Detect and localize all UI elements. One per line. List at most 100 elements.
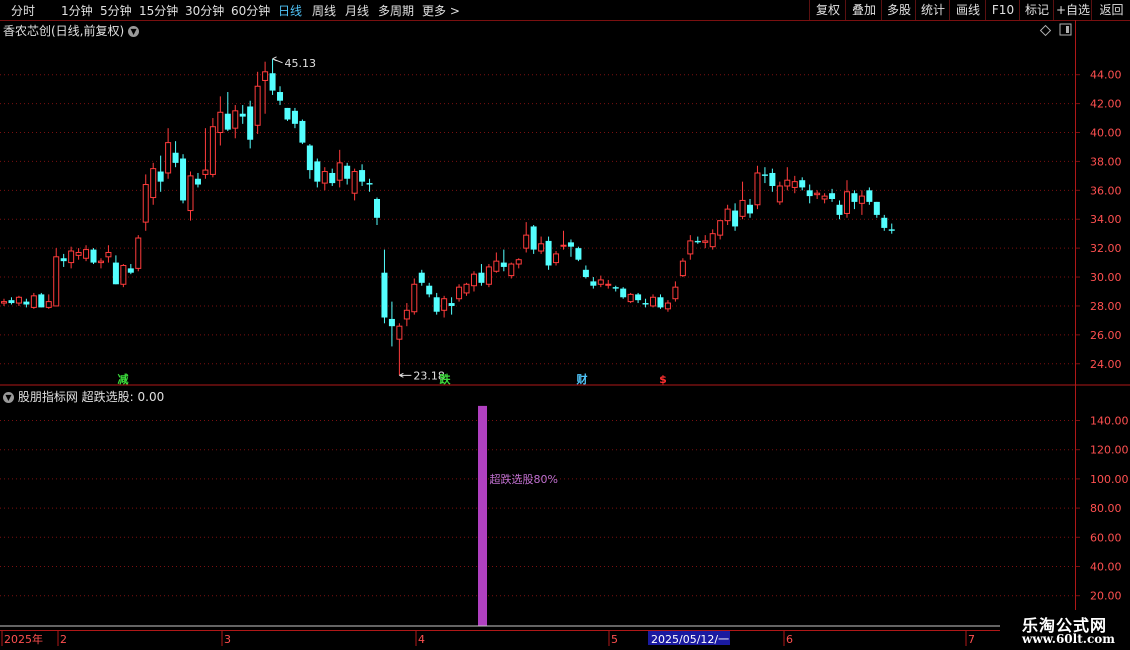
- candle-body: [299, 120, 306, 143]
- candle: [843, 180, 850, 218]
- candle-body: [545, 240, 552, 266]
- candle: [650, 294, 657, 308]
- multi-stock-button[interactable]: 多股: [881, 0, 916, 20]
- candle-body: [799, 180, 806, 188]
- candle: [75, 248, 82, 260]
- candle: [635, 292, 642, 304]
- period-tab-1min[interactable]: 1分钟: [61, 2, 93, 19]
- indicator-tick-label: 80.00: [1090, 502, 1122, 515]
- fuquan-button[interactable]: 复权: [809, 0, 846, 20]
- candle: [873, 201, 880, 218]
- candle: [448, 297, 455, 315]
- overlay-button[interactable]: 叠加: [845, 0, 882, 20]
- candle-body: [687, 240, 694, 255]
- period-tab-5min[interactable]: 5分钟: [100, 2, 132, 19]
- event-marker: 跌: [440, 372, 452, 386]
- candle: [463, 282, 470, 296]
- event-marker: 财: [576, 372, 588, 386]
- panel-toggle-icon[interactable]: [1059, 23, 1072, 36]
- candle-body: [478, 272, 485, 283]
- candle: [806, 184, 813, 204]
- candle: [97, 258, 104, 269]
- candle: [515, 258, 522, 269]
- candle-body: [150, 168, 157, 199]
- candle: [612, 285, 619, 292]
- indicator-title[interactable]: ▼ 股朋指标网 超跌选股: 0.00: [3, 388, 164, 405]
- add-watchlist-button[interactable]: +自选: [1053, 0, 1092, 20]
- candle-body: [157, 171, 164, 182]
- candle-body: [344, 165, 351, 179]
- candle: [262, 61, 269, 114]
- f10-button[interactable]: F10: [985, 0, 1020, 20]
- chevron-right-icon: >: [449, 4, 460, 18]
- candle: [299, 119, 306, 145]
- candle-body: [702, 240, 709, 243]
- candle: [426, 282, 433, 298]
- time-label: 5: [611, 633, 618, 646]
- candle-body: [60, 258, 67, 262]
- candle-body: [642, 303, 649, 305]
- mark-button[interactable]: 标记: [1019, 0, 1054, 20]
- candle: [866, 187, 873, 205]
- panel-toggle-icon-inner: [1066, 26, 1069, 33]
- period-tab-60min[interactable]: 60分钟: [231, 2, 270, 19]
- candle: [538, 236, 545, 254]
- chevron-down-icon[interactable]: ▼: [3, 392, 14, 403]
- candle-body: [888, 229, 895, 231]
- candle: [38, 292, 45, 308]
- candle-body: [209, 126, 216, 175]
- chart-canvas[interactable]: 45.1323.18减跌财 $ 超跌选股80% 44.0042.0040.0038…: [0, 20, 1130, 650]
- diamond-icon[interactable]: [1039, 24, 1052, 37]
- candle-body: [1, 301, 7, 304]
- indicator-tick-label: 140.00: [1090, 415, 1129, 428]
- candle: [627, 292, 634, 304]
- indicator-tick-label: 40.00: [1090, 561, 1122, 574]
- candle-body: [68, 250, 75, 264]
- period-tab-weekly[interactable]: 周线: [312, 2, 336, 19]
- candle-body: [112, 262, 119, 285]
- candle-body: [747, 204, 753, 214]
- candle: [135, 235, 142, 272]
- candle-body: [239, 113, 246, 117]
- candle-body: [694, 240, 701, 243]
- period-tab-30min[interactable]: 30分钟: [185, 2, 224, 19]
- candle-body: [627, 293, 634, 303]
- statistics-button[interactable]: 统计: [915, 0, 950, 20]
- period-toolbar: 分时 1分钟 5分钟 15分钟 30分钟 60分钟 日线 周线 月线 多周期 更…: [0, 0, 1130, 21]
- candle-body: [433, 297, 440, 312]
- draw-line-button[interactable]: 画线: [949, 0, 986, 20]
- period-tab-monthly[interactable]: 月线: [345, 2, 369, 19]
- candle: [314, 158, 321, 188]
- period-tab-timeshare[interactable]: 分时: [11, 2, 35, 19]
- candle: [388, 301, 395, 347]
- candle-body: [254, 85, 261, 126]
- candle-body: [851, 193, 858, 202]
- period-tab-more[interactable]: 更多 >: [422, 2, 460, 19]
- back-button[interactable]: 返回: [1091, 0, 1130, 20]
- candle-body: [381, 272, 388, 318]
- candle-body: [105, 251, 112, 258]
- candle: [597, 275, 604, 288]
- candle-body: [814, 192, 821, 196]
- candle: [485, 264, 492, 288]
- chevron-down-icon[interactable]: ▼: [128, 26, 140, 37]
- price-tick-label: 30.00: [1090, 271, 1122, 284]
- candle-body: [843, 191, 850, 214]
- stock-title[interactable]: 香农芯创(日线,前复权) ▼: [3, 22, 140, 39]
- indicator-tick-label: 120.00: [1090, 444, 1129, 457]
- candle: [8, 297, 15, 305]
- candle: [336, 149, 343, 188]
- period-tab-15min[interactable]: 15分钟: [139, 2, 178, 19]
- candle: [180, 154, 187, 204]
- candle: [575, 246, 582, 262]
- candle: [247, 100, 254, 149]
- period-tab-multi[interactable]: 多周期: [378, 2, 414, 19]
- candle: [709, 229, 716, 250]
- candle: [194, 172, 201, 188]
- candle-body: [881, 217, 888, 228]
- candle: [359, 164, 366, 186]
- candle-body: [605, 283, 612, 286]
- candle-body: [187, 175, 194, 212]
- period-tab-daily[interactable]: 日线: [278, 2, 302, 19]
- cursor-date-label: 2025/05/12/一: [651, 633, 729, 646]
